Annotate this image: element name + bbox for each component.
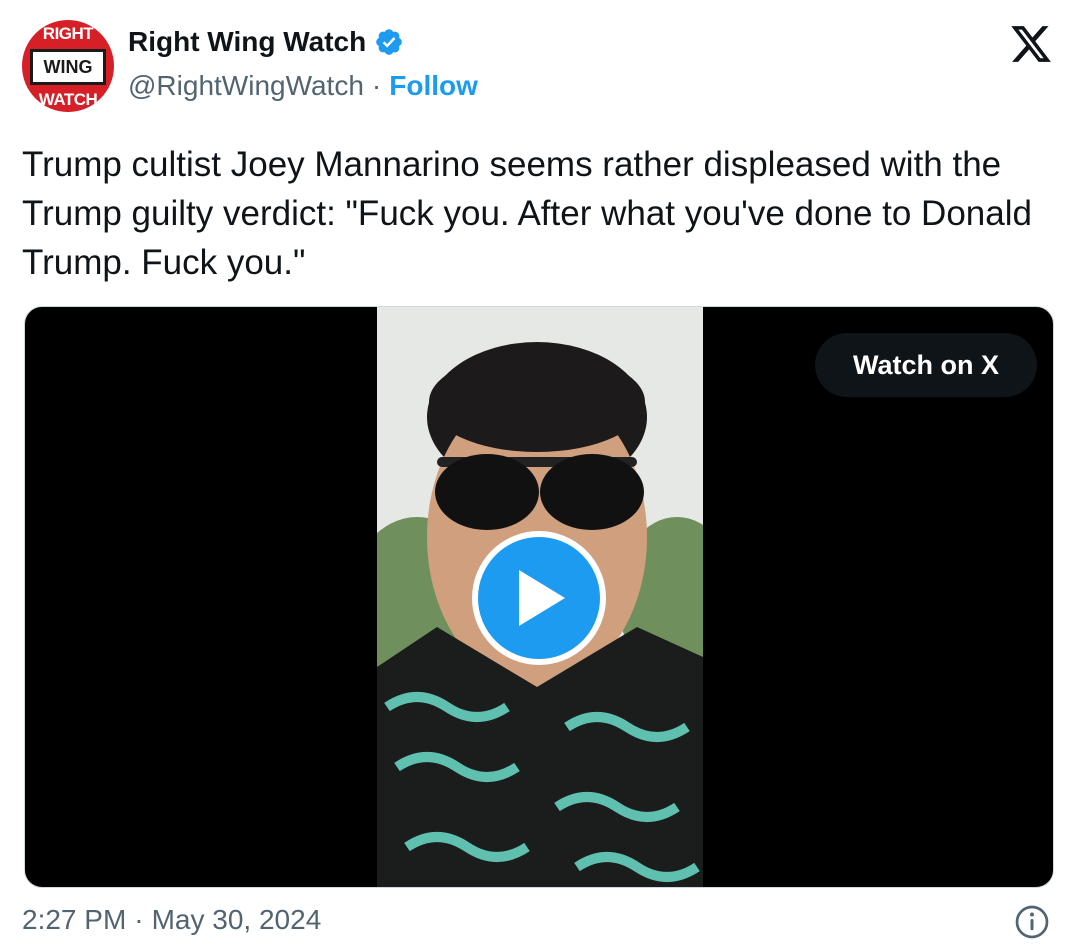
- follow-button[interactable]: Follow: [389, 70, 478, 102]
- avatar[interactable]: RIGHT WING WATCH: [22, 20, 114, 112]
- tweet-time: 2:27 PM: [22, 904, 127, 935]
- author-name[interactable]: Right Wing Watch: [128, 26, 366, 58]
- play-icon: [519, 570, 565, 626]
- avatar-text-middle: WING: [30, 49, 106, 85]
- tweet-timestamp[interactable]: 2:27 PM · May 30, 2024: [22, 904, 321, 936]
- tweet-date: May 30, 2024: [151, 904, 322, 935]
- tweet-text: Trump cultist Joey Mannarino seems rathe…: [22, 145, 1032, 282]
- info-icon[interactable]: [1014, 904, 1050, 940]
- author-handle-row: @RightWingWatch · Follow: [128, 70, 478, 102]
- timestamp-separator: ·: [134, 904, 144, 935]
- author-name-row: Right Wing Watch: [128, 26, 404, 58]
- avatar-text-bottom: WATCH: [38, 90, 98, 109]
- play-button[interactable]: [472, 531, 606, 665]
- verified-badge-icon: [376, 29, 403, 55]
- x-logo-icon[interactable]: [1008, 22, 1054, 66]
- video-player[interactable]: Watch on X: [24, 306, 1054, 888]
- avatar-text-top: RIGHT: [42, 24, 94, 43]
- watch-on-x-button[interactable]: Watch on X: [815, 333, 1037, 397]
- avatar-logo: RIGHT WING WATCH: [22, 20, 114, 112]
- handle-separator: ·: [371, 70, 382, 101]
- author-handle[interactable]: @RightWingWatch: [128, 70, 364, 102]
